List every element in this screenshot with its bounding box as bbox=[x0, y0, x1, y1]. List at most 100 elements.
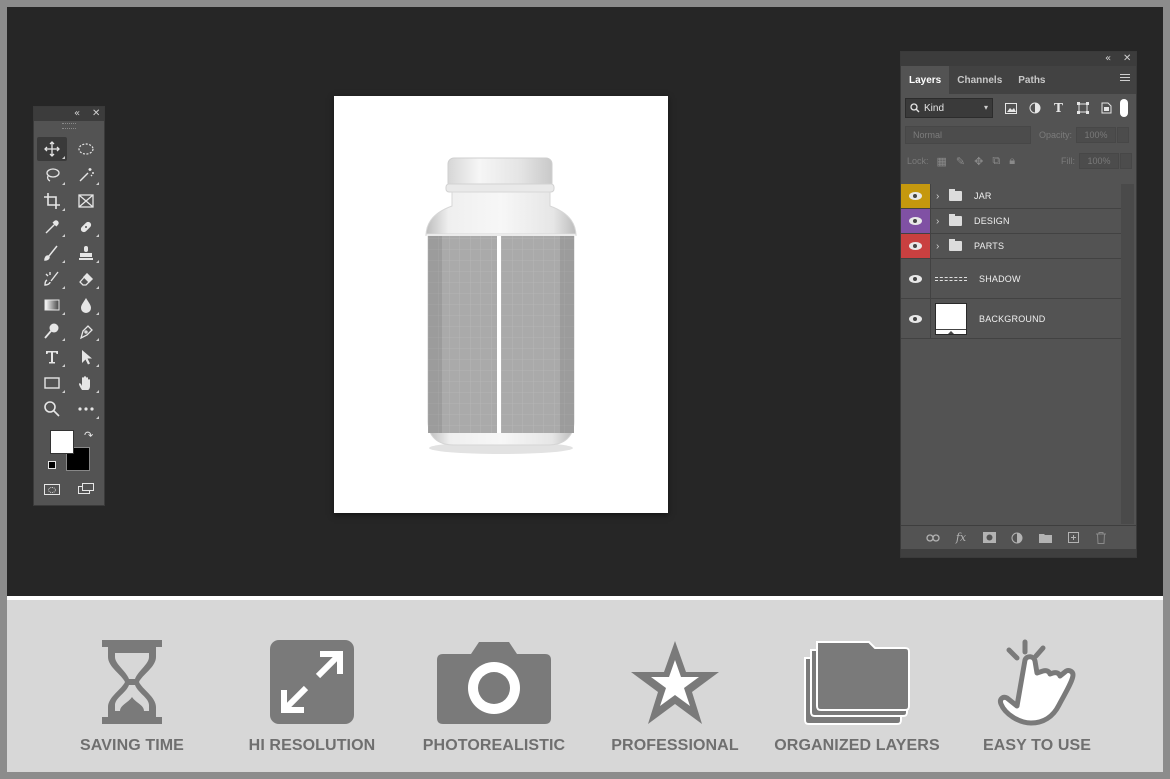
quick-mask-icon[interactable] bbox=[44, 484, 60, 495]
layers-scrollbar[interactable] bbox=[1121, 184, 1134, 524]
history-brush-tool[interactable] bbox=[37, 267, 67, 291]
eyedropper-tool[interactable] bbox=[37, 215, 67, 239]
close-icon[interactable]: ✕ bbox=[92, 108, 100, 119]
tab-channels[interactable]: Channels bbox=[949, 66, 1010, 94]
gradient-icon bbox=[44, 299, 60, 311]
feature-label: EASY TO USE bbox=[982, 737, 1092, 754]
collapse-icon[interactable]: « bbox=[1105, 53, 1111, 64]
tab-layers[interactable]: Layers bbox=[901, 66, 950, 94]
default-colors-icon[interactable] bbox=[48, 461, 56, 469]
opacity-field[interactable]: 100% bbox=[1076, 127, 1117, 143]
ellipse-marquee-icon bbox=[78, 143, 94, 155]
opacity-dropdown[interactable] bbox=[1117, 127, 1130, 143]
layer-row-design[interactable]: › DESIGN bbox=[901, 209, 1121, 234]
type-tool[interactable] bbox=[37, 345, 67, 369]
opacity-label: Opacity: bbox=[1039, 130, 1073, 140]
pixel-filter-icon[interactable] bbox=[1003, 101, 1018, 116]
eye-icon bbox=[909, 274, 922, 283]
trash-icon[interactable] bbox=[1094, 531, 1108, 545]
visibility-toggle[interactable] bbox=[901, 299, 931, 338]
cursor-arrow-icon bbox=[82, 350, 92, 365]
frame-tool[interactable] bbox=[71, 189, 101, 213]
folder-icon bbox=[949, 239, 962, 251]
chevron-right-icon[interactable]: › bbox=[936, 241, 944, 252]
eraser-tool[interactable] bbox=[71, 267, 101, 291]
layer-thumbnail bbox=[935, 276, 967, 281]
rectangle-tool[interactable] bbox=[37, 371, 67, 395]
link-icon[interactable] bbox=[926, 531, 940, 545]
filter-kind-select[interactable]: Kind ▾ bbox=[905, 98, 993, 118]
lock-all-icon[interactable]: 🔒︎ bbox=[1009, 155, 1015, 168]
lock-image-icon[interactable]: ✎ bbox=[956, 155, 965, 168]
feature-photorealistic: PHOTOREALISTIC bbox=[404, 638, 584, 754]
visibility-toggle[interactable] bbox=[901, 259, 931, 298]
lasso-tool[interactable] bbox=[37, 163, 67, 187]
collapse-icon[interactable]: « bbox=[74, 108, 80, 119]
layer-row-jar[interactable]: › JAR bbox=[901, 184, 1121, 209]
blur-tool[interactable] bbox=[71, 293, 101, 317]
stamp-icon bbox=[79, 246, 93, 260]
chevron-right-icon[interactable]: › bbox=[936, 216, 944, 227]
screen-mode-icon[interactable] bbox=[78, 483, 95, 495]
brush-tool[interactable] bbox=[37, 241, 67, 265]
new-layer-icon[interactable] bbox=[1066, 531, 1080, 545]
adjustment-filter-icon[interactable] bbox=[1027, 101, 1042, 116]
filter-kind-label: Kind bbox=[924, 102, 945, 114]
layers-panel-footer-grip[interactable] bbox=[901, 549, 1136, 557]
blend-mode-select[interactable]: Normal bbox=[905, 126, 1031, 144]
zoom-tool[interactable] bbox=[37, 397, 67, 421]
clone-stamp-tool[interactable] bbox=[71, 241, 101, 265]
type-filter-icon[interactable]: T bbox=[1051, 101, 1066, 116]
layer-row-shadow[interactable]: SHADOW bbox=[901, 259, 1121, 299]
layer-name: DESIGN bbox=[974, 216, 1010, 226]
move-tool[interactable] bbox=[37, 137, 67, 161]
adjustment-icon[interactable] bbox=[1010, 531, 1024, 545]
healing-brush-tool[interactable] bbox=[71, 215, 101, 239]
lock-row: Lock: ▦ ✎ ✥ ⧉ 🔒︎ Fill: 100% bbox=[901, 148, 1136, 174]
dodge-icon bbox=[44, 323, 59, 339]
lock-position-icon[interactable]: ✥ bbox=[974, 155, 983, 168]
eyedropper-icon bbox=[45, 220, 59, 234]
eraser-icon bbox=[79, 273, 93, 286]
layer-name: JAR bbox=[974, 191, 992, 201]
fill-field[interactable]: 100% bbox=[1079, 153, 1119, 169]
blend-row: Normal Opacity: 100% bbox=[901, 122, 1136, 148]
feature-label: PHOTOREALISTIC bbox=[422, 737, 566, 754]
eye-icon bbox=[909, 217, 922, 225]
folder-icon[interactable] bbox=[1038, 531, 1052, 545]
mask-icon[interactable] bbox=[982, 531, 996, 545]
layer-row-background[interactable]: BACKGROUND bbox=[901, 299, 1121, 339]
close-icon[interactable]: ✕ bbox=[1123, 53, 1131, 64]
filter-toggle[interactable] bbox=[1120, 99, 1128, 117]
dodge-tool[interactable] bbox=[37, 319, 67, 343]
gradient-tool[interactable] bbox=[37, 293, 67, 317]
layer-row-parts[interactable]: › PARTS bbox=[901, 234, 1121, 259]
crop-tool[interactable] bbox=[37, 189, 67, 213]
feature-organized-layers: ORGANIZED LAYERS bbox=[767, 638, 947, 754]
foreground-color-swatch[interactable] bbox=[50, 430, 74, 454]
search-icon bbox=[910, 103, 920, 113]
chevron-right-icon[interactable]: › bbox=[936, 191, 944, 202]
hand-tool[interactable] bbox=[71, 371, 101, 395]
drop-icon bbox=[81, 298, 91, 313]
tab-paths[interactable]: Paths bbox=[1010, 66, 1053, 94]
shape-filter-icon[interactable] bbox=[1075, 101, 1090, 116]
pen-tool[interactable] bbox=[71, 319, 101, 343]
magic-wand-tool[interactable] bbox=[71, 163, 101, 187]
visibility-toggle[interactable] bbox=[901, 184, 931, 208]
path-selection-tool[interactable] bbox=[71, 345, 101, 369]
lock-transparent-icon[interactable]: ▦ bbox=[937, 155, 947, 168]
panel-grip[interactable] bbox=[62, 123, 76, 129]
document-canvas[interactable] bbox=[334, 96, 668, 513]
panel-menu-icon[interactable] bbox=[1120, 74, 1130, 83]
swap-colors-icon[interactable]: ↷ bbox=[84, 429, 93, 442]
visibility-toggle[interactable] bbox=[901, 209, 931, 233]
lock-artboard-icon[interactable]: ⧉ bbox=[992, 155, 1000, 168]
tools-panel-header: « ✕ bbox=[34, 107, 104, 121]
smart-object-filter-icon[interactable] bbox=[1099, 101, 1114, 116]
visibility-toggle[interactable] bbox=[901, 234, 931, 258]
fx-icon[interactable]: fx bbox=[954, 531, 968, 545]
ellipse-marquee-tool[interactable] bbox=[71, 137, 101, 161]
fill-dropdown[interactable] bbox=[1120, 153, 1132, 169]
more-tools[interactable] bbox=[71, 397, 101, 421]
